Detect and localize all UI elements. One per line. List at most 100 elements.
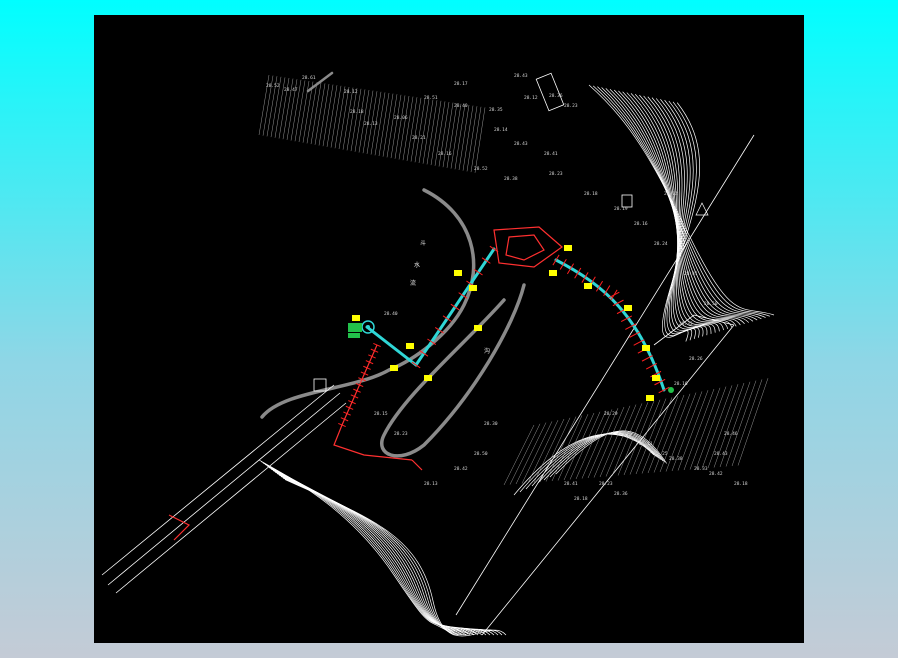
tag bbox=[624, 305, 632, 311]
contour-line bbox=[622, 91, 741, 326]
hatch-line bbox=[442, 102, 454, 168]
elevation-labels: 28.5228.4728.6128.1228.1828.1328.0628.21… bbox=[266, 73, 748, 502]
tag bbox=[549, 270, 557, 276]
hatch-line bbox=[515, 422, 547, 485]
elevation-label: 28.40 bbox=[384, 311, 398, 317]
elevation-label: 28.43 bbox=[714, 451, 728, 457]
elevation-label: 28.11 bbox=[639, 441, 653, 447]
elevation-label: 28.29 bbox=[604, 411, 618, 417]
highway-line-left-3 bbox=[115, 402, 347, 594]
site-plan-drawing[interactable]: 28.5228.4728.6128.1228.1828.1328.0628.21… bbox=[94, 15, 804, 643]
elevation-label: 28.17 bbox=[454, 81, 468, 87]
red-structures bbox=[168, 226, 563, 541]
hatch-line bbox=[454, 104, 466, 170]
elevation-label: 28.24 bbox=[654, 241, 668, 247]
cad-viewport[interactable]: 28.52 28.47 28.61 28.12 28.18 28.13 28.06 28.21… bbox=[94, 15, 804, 643]
elevation-label: 28.09 bbox=[619, 431, 633, 437]
elevation-label: 28.16 bbox=[674, 381, 688, 387]
hatch-line bbox=[322, 84, 334, 147]
road-upper-bend bbox=[260, 188, 476, 419]
elevation-label: 28.23 bbox=[549, 171, 563, 177]
hatch-line bbox=[731, 379, 763, 467]
contour-line bbox=[266, 465, 471, 636]
elevation-label: 28.12 bbox=[344, 89, 358, 95]
hatch-line bbox=[398, 95, 410, 160]
hatch-line bbox=[422, 99, 434, 164]
hatch-line bbox=[426, 100, 438, 165]
outlet-node bbox=[668, 387, 674, 393]
elevation-label: 28.43 bbox=[514, 141, 528, 147]
elevation-label: 28.23 bbox=[394, 431, 408, 437]
elevation-label: 28.23 bbox=[564, 103, 578, 109]
hatch-line bbox=[563, 412, 595, 481]
hatch-line bbox=[394, 95, 406, 159]
contour-line bbox=[260, 461, 459, 636]
hatch-line bbox=[446, 103, 458, 168]
hatch-line bbox=[418, 98, 430, 164]
annotation-1: 斗 bbox=[420, 240, 426, 247]
structure-bottom-left bbox=[168, 514, 191, 541]
elevation-label: 28.46 bbox=[724, 431, 738, 437]
tag bbox=[454, 270, 462, 276]
highway-line-left-1 bbox=[101, 384, 335, 576]
hatch-line bbox=[450, 103, 462, 169]
hatch-line bbox=[593, 406, 625, 478]
hatch-line bbox=[725, 380, 757, 467]
tag bbox=[564, 245, 572, 251]
elevation-label: 28.16 bbox=[438, 151, 452, 157]
hatch-line bbox=[338, 86, 350, 150]
hatch-line bbox=[587, 408, 619, 479]
hatch-line bbox=[310, 82, 322, 145]
tag bbox=[469, 285, 477, 291]
elevation-label: 28.50 bbox=[474, 451, 488, 457]
yellow-tags bbox=[352, 245, 660, 401]
elevation-label: 28.18 bbox=[350, 109, 364, 115]
section-tick bbox=[608, 291, 620, 299]
elevation-label: 28.30 bbox=[484, 421, 498, 427]
elevation-label: 28.41 bbox=[564, 481, 578, 487]
hatch-line bbox=[557, 414, 589, 481]
pipe-segment-east bbox=[554, 258, 666, 392]
hatch-line bbox=[503, 424, 535, 486]
elevation-label: 28.13 bbox=[424, 481, 438, 487]
highway-line-right-2 bbox=[481, 324, 735, 636]
channel-left bbox=[333, 344, 413, 461]
hatch-line bbox=[641, 397, 673, 474]
contour-line bbox=[634, 94, 729, 329]
elevation-label: 28.12 bbox=[524, 95, 538, 101]
tag bbox=[646, 395, 654, 401]
contour-line bbox=[519, 433, 657, 493]
annotation-4: 沟 bbox=[484, 347, 490, 355]
elevation-label: 28.23 bbox=[599, 481, 613, 487]
annotation-2: 水 bbox=[414, 261, 420, 269]
text-annotations: 斗 水 流 沟 bbox=[410, 240, 490, 355]
hatch-line bbox=[326, 85, 338, 147]
contour-line bbox=[270, 468, 479, 636]
elevation-label: 28.26 bbox=[689, 356, 703, 362]
contour-line bbox=[264, 464, 467, 636]
pump-house-inner bbox=[505, 234, 545, 261]
contour-line bbox=[543, 432, 664, 481]
elevation-label: 28.61 bbox=[302, 75, 316, 81]
markers bbox=[313, 202, 709, 393]
hatch-line bbox=[330, 85, 342, 148]
hatch-line bbox=[617, 402, 649, 476]
hatch-line bbox=[390, 94, 402, 159]
channel-mid bbox=[411, 459, 423, 471]
node-marker bbox=[348, 323, 362, 332]
contour-line bbox=[268, 467, 475, 636]
highway-line-left-2 bbox=[107, 392, 341, 586]
elevation-label: 28.15 bbox=[374, 411, 388, 417]
elevation-label: 28.16 bbox=[634, 221, 648, 227]
elevation-label: 28.50 bbox=[704, 301, 718, 307]
hatch-line bbox=[470, 106, 482, 173]
elevation-label: 28.36 bbox=[549, 93, 563, 99]
pipe-route bbox=[365, 247, 666, 392]
elevation-label: 28.41 bbox=[544, 151, 558, 157]
elevation-label: 28.36 bbox=[614, 491, 628, 497]
hatch-line bbox=[386, 94, 398, 158]
hatch-line bbox=[382, 93, 394, 157]
hatch-line bbox=[350, 88, 362, 152]
hatch-line bbox=[737, 378, 769, 466]
north-arrow-icon bbox=[695, 202, 709, 216]
